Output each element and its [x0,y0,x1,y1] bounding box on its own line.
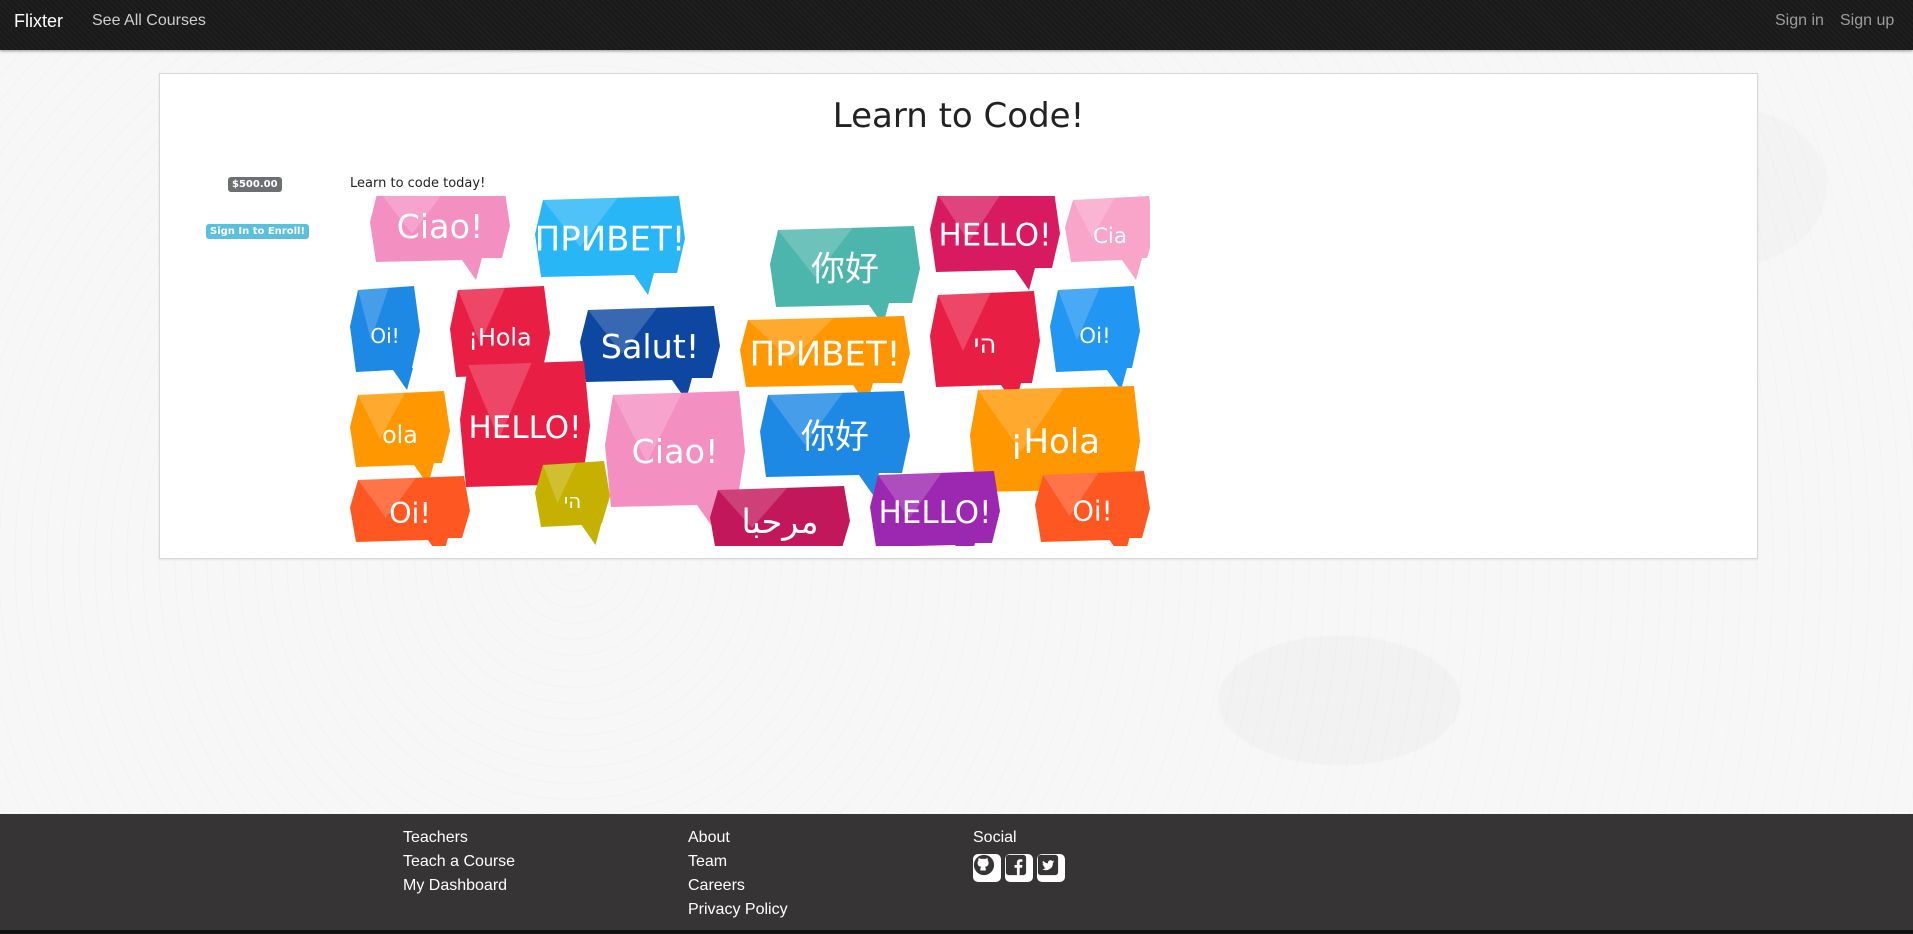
speech-bubble: Oi! [1050,286,1140,390]
footer-column-about: About Team Careers Privacy Policy [688,826,788,922]
footer-link-teach-a-course[interactable]: Teach a Course [403,850,515,874]
speech-bubble: HELLO! [870,471,1000,546]
footer-link-privacy-policy[interactable]: Privacy Policy [688,898,788,922]
brand-link[interactable]: Flixter [14,11,63,32]
speech-bubble: Cia [1065,196,1150,280]
speech-bubble-text: Ciao! [632,432,719,471]
top-navbar: Flixter See All Courses Sign in Sign up [0,0,1913,50]
speech-bubble-text: Ciao! [397,207,484,246]
price-badge: $500.00 [228,177,282,192]
footer-column-social: Social [973,826,1065,882]
speech-bubble-text: Oi! [1072,497,1112,528]
speech-bubble-text: ПРИВЕТ! [750,335,901,375]
course-image: Ciao! ПРИВЕТ! 你好 HELLO! Cia Oi! ¡Hola Salut! ПРИ… [350,196,1150,546]
speech-bubble: הי [535,461,610,545]
speech-bubble-text: Oi! [370,324,399,348]
speech-bubble-text: ПРИВЕТ! [535,220,686,260]
speech-bubble-text: ola [382,421,418,449]
twitter-icon[interactable] [1037,854,1065,882]
course-panel: Learn to Code! $500.00 Sign In to Enroll… [159,73,1758,559]
footer: Teachers Teach a Course My Dashboard Abo… [0,814,1913,934]
speech-bubble-text: הי [564,489,582,513]
speech-bubble-text: HELLO! [879,495,992,531]
footer-column-teachers: Teachers Teach a Course My Dashboard [403,826,515,898]
speech-bubble-text: Oi! [1079,324,1110,349]
sign-in-link[interactable]: Sign in [1775,12,1824,30]
speech-bubble: Ciao! [370,196,510,280]
speech-bubble-text: ¡Hola [1010,422,1100,462]
social-heading: Social [973,829,1017,846]
course-title: Learn to Code! [832,96,1085,136]
github-icon[interactable] [973,854,1001,882]
see-all-courses-link[interactable]: See All Courses [92,12,206,30]
facebook-icon[interactable] [1005,854,1033,882]
speech-bubble-text: 你好 [811,250,879,290]
speech-bubble: Oi! [350,476,470,546]
speech-bubbles-illustration: Ciao! ПРИВЕТ! 你好 HELLO! Cia Oi! ¡Hola Salut! ПРИ… [350,196,1150,546]
speech-bubble: Oi! [350,286,420,390]
speech-bubble-text: مرحبا [741,502,818,541]
speech-bubble: ПРИВЕТ! [535,196,686,295]
speech-bubble: Oi! [1035,471,1150,546]
footer-link-my-dashboard[interactable]: My Dashboard [403,874,515,898]
speech-bubble: 你好 [770,226,920,325]
speech-bubble-text: Salut! [601,327,699,366]
footer-link-team[interactable]: Team [688,850,788,874]
footer-bottom-bar [0,930,1913,934]
speech-bubble-text: Cia [1093,224,1127,249]
footer-link-careers[interactable]: Careers [688,874,788,898]
speech-bubble: ola [350,391,450,485]
speech-bubble-text: Oi! [389,496,431,530]
footer-link-about[interactable]: About [688,826,788,850]
course-description: Learn to code today! [350,176,486,191]
speech-bubble: مرحبا [710,486,850,546]
speech-bubble-text: ¡Hola [468,324,531,352]
sign-in-to-enroll-button[interactable]: Sign In to Enroll! [206,224,310,239]
speech-bubble-text: HELLO! [469,410,582,446]
speech-bubble-text: 你好 [801,417,869,457]
sign-up-link[interactable]: Sign up [1840,12,1894,30]
speech-bubble: Salut! [580,306,720,400]
speech-bubble: הי [930,291,1040,405]
speech-bubble-text: הי [974,330,997,360]
speech-bubble-text: HELLO! [939,218,1052,254]
social-icons [973,854,1065,882]
speech-bubble: HELLO! [930,196,1060,290]
footer-link-teachers[interactable]: Teachers [403,826,515,850]
